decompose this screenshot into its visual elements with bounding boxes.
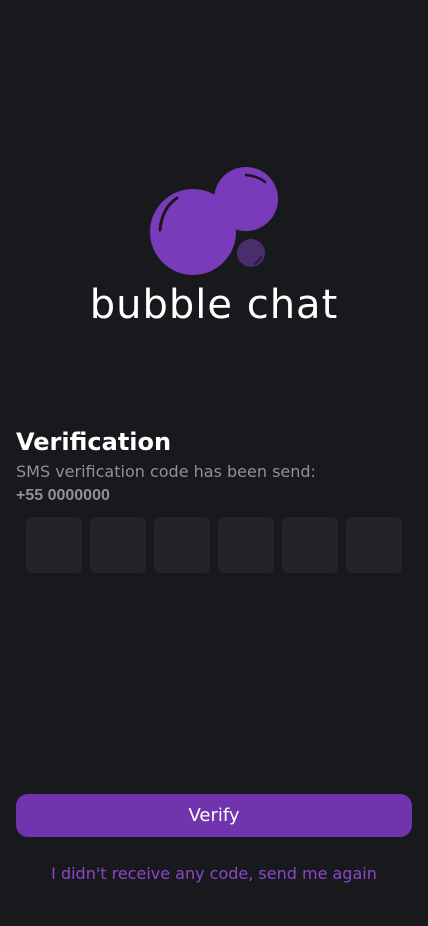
verify-button[interactable]: Verify (16, 794, 412, 837)
app-name: bubble chat (89, 282, 339, 328)
bubbles-logo-icon (150, 167, 278, 275)
verification-subtitle: SMS verification code has been send: (16, 462, 316, 481)
code-digit-field-4[interactable] (218, 517, 274, 573)
page-title: Verification (16, 428, 172, 456)
code-digit-field-3[interactable] (154, 517, 210, 573)
phone-number: +55 0000000 (16, 487, 110, 504)
verification-code-input (26, 517, 402, 573)
code-digit-field-2[interactable] (90, 517, 146, 573)
code-digit-field-5[interactable] (282, 517, 338, 573)
code-digit-field-1[interactable] (26, 517, 82, 573)
resend-code-link[interactable]: I didn't receive any code, send me again (0, 864, 428, 883)
code-digit-field-6[interactable] (346, 517, 402, 573)
app-logo (0, 160, 428, 280)
